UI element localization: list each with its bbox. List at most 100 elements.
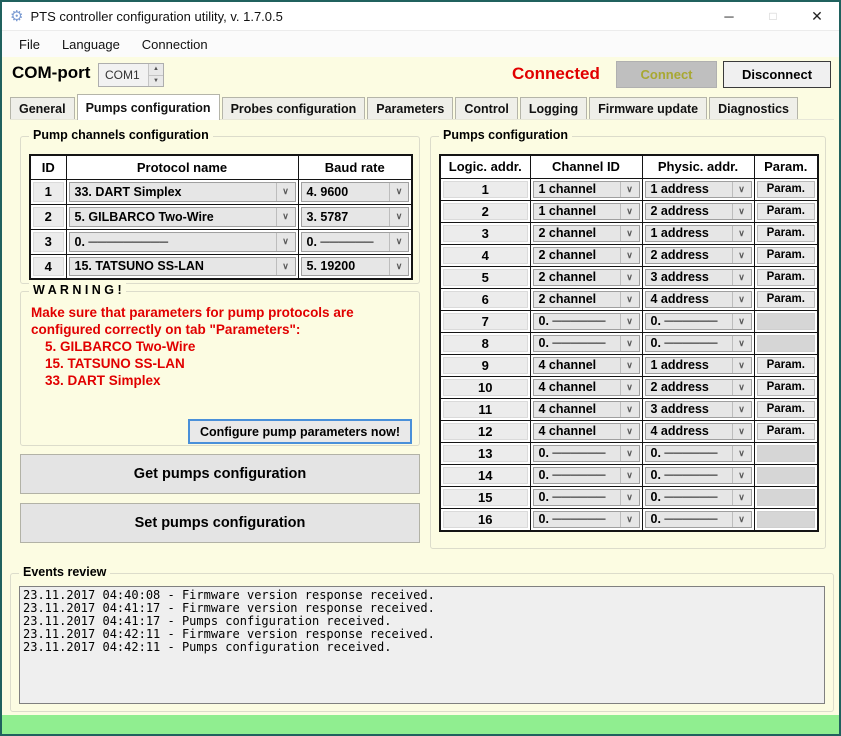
baud-rate-select[interactable]: 4. 9600 ∨: [301, 182, 410, 202]
set-pumps-configuration-button[interactable]: Set pumps configuration: [20, 503, 420, 543]
physic-addr-select[interactable]: 3 address ∨: [645, 269, 752, 286]
channel-id-select[interactable]: 0. ────── ∨: [533, 511, 640, 528]
param-placeholder: [757, 467, 816, 484]
connect-button[interactable]: Connect: [616, 61, 717, 88]
param-button[interactable]: Param.: [757, 291, 816, 308]
tab-logging[interactable]: Logging: [520, 97, 587, 120]
physic-addr-select[interactable]: 2 address ∨: [645, 203, 752, 220]
chevron-down-icon: ∨: [389, 208, 408, 226]
close-button[interactable]: ✕: [795, 2, 839, 30]
param-button[interactable]: Param.: [757, 181, 816, 198]
spin-down-icon[interactable]: ▼: [149, 76, 163, 87]
chevron-down-icon: ∨: [276, 183, 295, 201]
param-button[interactable]: Param.: [757, 247, 816, 264]
tab-control[interactable]: Control: [455, 97, 517, 120]
chevron-down-icon: ∨: [732, 424, 751, 439]
configure-pump-parameters-button[interactable]: Configure pump parameters now!: [188, 419, 412, 444]
channel-id-select[interactable]: 0. ────── ∨: [533, 467, 640, 484]
param-button[interactable]: Param.: [757, 203, 816, 220]
physic-addr-select[interactable]: 0. ────── ∨: [645, 445, 752, 462]
physic-addr-select[interactable]: 3 address ∨: [645, 401, 752, 418]
physic-addr-selected-value: 0. ──────: [646, 336, 732, 350]
physic-addr-select[interactable]: 1 address ∨: [645, 181, 752, 198]
menu-file[interactable]: File: [8, 33, 51, 56]
baud-rate-select[interactable]: 3. 5787 ∨: [301, 207, 410, 227]
physic-addr-select[interactable]: 0. ────── ∨: [645, 335, 752, 352]
channel-id-select[interactable]: 2 channel ∨: [533, 269, 640, 286]
maximize-button[interactable]: □: [751, 2, 795, 30]
com-port-label: COM-port: [12, 63, 90, 83]
physic-addr-select[interactable]: 0. ────── ∨: [645, 313, 752, 330]
protocol-select[interactable]: 5. GILBARCO Two-Wire ∨: [69, 207, 296, 227]
menu-bar: File Language Connection: [2, 30, 839, 57]
protocol-select[interactable]: 33. DART Simplex ∨: [69, 182, 296, 202]
tab-diagnostics[interactable]: Diagnostics: [709, 97, 798, 120]
param-button[interactable]: Param.: [757, 357, 816, 374]
physic-addr-select[interactable]: 2 address ∨: [645, 247, 752, 264]
physic-addr-select[interactable]: 0. ────── ∨: [645, 467, 752, 484]
chevron-down-icon: ∨: [732, 468, 751, 483]
com-port-value[interactable]: COM1: [99, 64, 148, 86]
chevron-down-icon: ∨: [389, 183, 408, 201]
param-button[interactable]: Param.: [757, 269, 816, 286]
pump-row: 11 4 channel ∨ 3 address ∨ Param.: [440, 398, 818, 420]
tab-parameters[interactable]: Parameters: [367, 97, 453, 120]
tab-probes-configuration[interactable]: Probes configuration: [222, 97, 366, 120]
channel-id-select[interactable]: 0. ────── ∨: [533, 445, 640, 462]
pump-row: 1 1 channel ∨ 1 address ∨ Param.: [440, 178, 818, 200]
channel-id-select[interactable]: 4 channel ∨: [533, 357, 640, 374]
logic-addr-value: 2: [443, 203, 528, 220]
physic-addr-select[interactable]: 1 address ∨: [645, 357, 752, 374]
pump-row: 9 4 channel ∨ 1 address ∨ Param.: [440, 354, 818, 376]
protocol-select[interactable]: 0. ───────── ∨: [69, 232, 296, 252]
param-button[interactable]: Param.: [757, 401, 816, 418]
warning-group-title: W A R N I N G !: [29, 283, 126, 297]
param-button[interactable]: Param.: [757, 225, 816, 242]
baud-rate-select[interactable]: 5. 19200 ∨: [301, 257, 410, 277]
channel-id-select[interactable]: 2 channel ∨: [533, 291, 640, 308]
minimize-button[interactable]: ─: [707, 2, 751, 30]
param-button[interactable]: Param.: [757, 423, 816, 440]
menu-language[interactable]: Language: [51, 33, 131, 56]
warning-protocol-item: 33. DART Simplex: [31, 372, 409, 389]
channel-id-select[interactable]: 4 channel ∨: [533, 423, 640, 440]
channel-id-select[interactable]: 1 channel ∨: [533, 181, 640, 198]
app-gear-icon: ⚙: [10, 9, 23, 24]
physic-addr-selected-value: 0. ──────: [646, 468, 732, 482]
com-port-stepper[interactable]: COM1 ▲ ▼: [98, 63, 164, 87]
pump-channels-rows: 1 33. DART Simplex ∨ 4. 9600 ∨ 2 5. GILB…: [30, 179, 412, 279]
disconnect-button[interactable]: Disconnect: [723, 61, 831, 88]
channel-id-select[interactable]: 4 channel ∨: [533, 379, 640, 396]
physic-addr-select[interactable]: 4 address ∨: [645, 291, 752, 308]
physic-addr-select[interactable]: 0. ────── ∨: [645, 511, 752, 528]
channel-id-select[interactable]: 4 channel ∨: [533, 401, 640, 418]
physic-addr-select[interactable]: 1 address ∨: [645, 225, 752, 242]
param-button[interactable]: Param.: [757, 379, 816, 396]
channel-id-select[interactable]: 2 channel ∨: [533, 247, 640, 264]
warning-group: W A R N I N G ! Make sure that parameter…: [20, 291, 420, 446]
channel-id-select[interactable]: 0. ────── ∨: [533, 335, 640, 352]
baud-rate-select[interactable]: 0. ────── ∨: [301, 232, 410, 252]
tab-pumps-configuration[interactable]: Pumps configuration: [77, 94, 220, 120]
physic-addr-select[interactable]: 0. ────── ∨: [645, 489, 752, 506]
events-log[interactable]: 23.11.2017 04:40:08 - Firmware version r…: [19, 586, 825, 704]
channel-id-select[interactable]: 1 channel ∨: [533, 203, 640, 220]
channel-id-select[interactable]: 0. ────── ∨: [533, 489, 640, 506]
protocol-select[interactable]: 15. TATSUNO SS-LAN ∨: [69, 257, 296, 277]
spin-up-icon[interactable]: ▲: [149, 64, 163, 76]
tab-general[interactable]: General: [10, 97, 75, 120]
tab-firmware-update[interactable]: Firmware update: [589, 97, 707, 120]
channel-id-selected-value: 4 channel: [534, 380, 620, 394]
menu-connection[interactable]: Connection: [131, 33, 219, 56]
physic-addr-select[interactable]: 2 address ∨: [645, 379, 752, 396]
get-pumps-configuration-button[interactable]: Get pumps configuration: [20, 454, 420, 494]
chevron-down-icon: ∨: [620, 446, 639, 461]
column-header-baud: Baud rate: [298, 155, 412, 179]
physic-addr-select[interactable]: 4 address ∨: [645, 423, 752, 440]
channel-id-select[interactable]: 2 channel ∨: [533, 225, 640, 242]
chevron-down-icon: ∨: [732, 248, 751, 263]
chevron-down-icon: ∨: [620, 468, 639, 483]
channel-id-select[interactable]: 0. ────── ∨: [533, 313, 640, 330]
chevron-down-icon: ∨: [732, 402, 751, 417]
pump-row: 5 2 channel ∨ 3 address ∨ Param.: [440, 266, 818, 288]
